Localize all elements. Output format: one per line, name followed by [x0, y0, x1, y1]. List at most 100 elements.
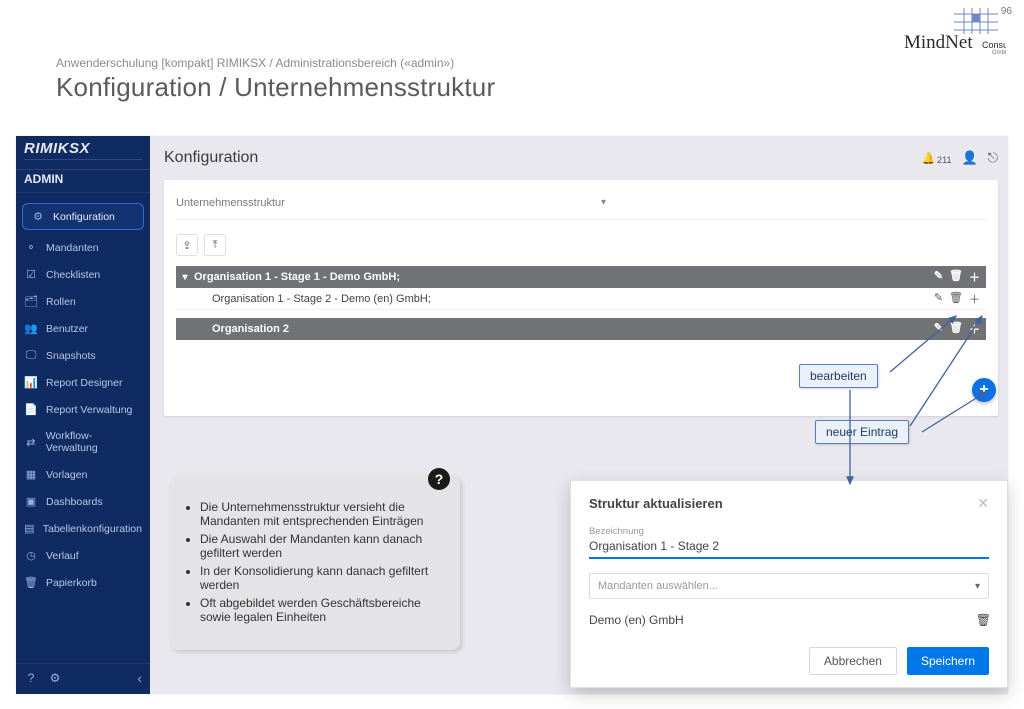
help-bullet: Oft abgebildet werden Geschäftsbereiche … — [200, 596, 442, 624]
org-tree: ▾ Organisation 1 - Stage 1 - Demo GmbH; … — [176, 266, 986, 340]
tree-row-label: Organisation 2 — [194, 323, 934, 335]
sidebar-item-vorlagen[interactable]: ▦ Vorlagen — [16, 461, 150, 488]
sidebar-item-konfiguration[interactable]: ⚙ Konfiguration — [22, 203, 144, 230]
sidebar-item-mandanten[interactable]: ⚬ Mandanten — [16, 234, 150, 261]
sidebar-item-report-verwaltung[interactable]: 📄 Report Verwaltung — [16, 396, 150, 423]
collapse-all-button[interactable]: ⤒ — [204, 234, 226, 256]
help-question-icon: ? — [428, 468, 450, 490]
export-button[interactable]: ⇪ — [176, 234, 198, 256]
dialog-title: Struktur aktualisieren — [589, 496, 723, 511]
slide-kicker: Anwenderschulung [kompakt] RIMIKSX / Adm… — [56, 56, 454, 70]
sidebar-item-label: Workflow-Verwaltung — [46, 430, 142, 454]
gear-icon: ⚙ — [31, 210, 45, 223]
tree-row-label: Organisation 1 - Stage 1 - Demo GmbH; — [194, 271, 934, 283]
sidebar-item-label: Konfiguration — [53, 211, 115, 223]
selector-value: Unternehmensstruktur — [176, 197, 285, 209]
history-icon: ◷ — [24, 549, 38, 562]
add-fab[interactable]: + — [972, 378, 996, 402]
sidebar-nav: ⚙ Konfiguration ⚬ Mandanten ☑ Checkliste… — [16, 193, 150, 663]
callout-edit: bearbeiten — [799, 364, 878, 388]
delete-icon[interactable]: 🗑 — [949, 321, 963, 337]
chevron-down-icon: ▾ — [601, 197, 986, 208]
help-icon[interactable]: ? — [24, 671, 38, 685]
close-icon[interactable]: ✕ — [977, 495, 989, 512]
sidebar-item-report-designer[interactable]: 📊 Report Designer — [16, 369, 150, 396]
sidebar-item-label: Vorlagen — [46, 469, 87, 481]
edit-icon[interactable]: ✎ — [934, 269, 943, 285]
remove-mandant-icon[interactable]: 🗑︎ — [976, 613, 989, 627]
help-bullet: In der Konsolidierung kann danach gefilt… — [200, 564, 442, 592]
tree-row[interactable]: Organisation 2 ✎ 🗑 ＋ — [176, 318, 986, 340]
user-icon[interactable]: 👤 — [962, 150, 978, 166]
svg-text:MindNet: MindNet — [904, 32, 973, 53]
bell-icon: 🔔 — [921, 152, 935, 165]
sidebar-item-label: Verlauf — [46, 550, 79, 562]
edit-icon[interactable]: ✎ — [934, 321, 943, 337]
brand-product: RIMIKSX — [24, 140, 90, 157]
tree-row[interactable]: ▾ Organisation 1 - Stage 1 - Demo GmbH; … — [176, 266, 986, 288]
sidebar-item-label: Report Verwaltung — [46, 404, 132, 416]
users-icon: 👥 — [24, 322, 38, 335]
caret-icon[interactable]: ▾ — [176, 272, 194, 283]
add-icon[interactable]: ＋ — [969, 269, 980, 285]
logout-icon[interactable]: ⎋ — [988, 150, 998, 166]
delete-icon[interactable]: 🗑 — [949, 269, 963, 285]
tree-toolbar: ⇪ ⤒ — [176, 234, 986, 256]
notifications-button[interactable]: 🔔 211 — [921, 152, 951, 165]
sidebar-item-label: Benutzer — [46, 323, 88, 335]
report-designer-icon: 📊 — [24, 376, 38, 389]
main: Konfiguration 🔔 211 👤 ⎋ Unternehmensstru… — [150, 136, 1008, 694]
edit-icon[interactable]: ✎ — [934, 291, 943, 307]
checklist-icon: ☑ — [24, 268, 38, 281]
templates-icon: ▦ — [24, 468, 38, 481]
collapse-sidebar-icon[interactable]: ‹ — [137, 670, 142, 686]
sidebar-item-papierkorb[interactable]: 🗑 Papierkorb — [16, 569, 150, 596]
sidebar-item-checklisten[interactable]: ☑ Checklisten — [16, 261, 150, 288]
sidebar-item-workflow[interactable]: ⇄ Workflow-Verwaltung — [16, 423, 150, 461]
tree-row-label: Organisation 1 - Stage 2 - Demo (en) Gmb… — [194, 293, 934, 305]
help-bubble: ? Die Unternehmensstruktur versieht die … — [170, 476, 460, 650]
settings-icon[interactable]: ⚙ — [48, 671, 62, 685]
cancel-button[interactable]: Abbrechen — [809, 647, 897, 675]
workflow-icon: ⇄ — [24, 436, 38, 449]
sidebar-item-label: Snapshots — [46, 350, 96, 362]
report-admin-icon: 📄 — [24, 403, 38, 416]
sidebar-item-rollen[interactable]: 🗂 Rollen — [16, 288, 150, 315]
config-section-selector[interactable]: Unternehmensstruktur ▾ — [176, 190, 986, 220]
sidebar-footer: ? ⚙ ‹ — [16, 663, 150, 694]
sidebar-item-verlauf[interactable]: ◷ Verlauf — [16, 542, 150, 569]
slide-title: Konfiguration / Unternehmensstruktur — [56, 72, 495, 103]
page-title: Konfiguration — [164, 149, 258, 167]
brand-area: ADMIN — [16, 170, 150, 193]
sidebar-item-label: Rollen — [46, 296, 76, 308]
sidebar-item-snapshots[interactable]: 🖵 Snapshots — [16, 342, 150, 369]
add-icon[interactable]: ＋ — [969, 321, 980, 337]
chevron-down-icon: ▾ — [975, 581, 980, 592]
notif-count: 211 — [937, 155, 951, 165]
topbar: Konfiguration 🔔 211 👤 ⎋ — [164, 142, 998, 174]
field-bezeichnung[interactable]: Organisation 1 - Stage 2 — [589, 537, 989, 559]
update-structure-dialog: Struktur aktualisieren ✕ Bezeichnung Org… — [570, 480, 1008, 688]
selected-mandant: Demo (en) GmbH — [589, 613, 684, 627]
tree-row[interactable]: Organisation 1 - Stage 2 - Demo (en) Gmb… — [176, 288, 986, 310]
save-button[interactable]: Speichern — [907, 647, 989, 675]
table-config-icon: ▤ — [24, 522, 35, 535]
delete-icon[interactable]: 🗑 — [949, 291, 963, 307]
sidebar-item-label: Mandanten — [46, 242, 99, 254]
selected-mandant-row: Demo (en) GmbH 🗑︎ — [589, 613, 989, 627]
dropdown-placeholder: Mandanten auswählen... — [598, 580, 718, 592]
sidebar-item-dashboards[interactable]: ▣ Dashboards — [16, 488, 150, 515]
add-icon[interactable]: ＋ — [969, 291, 980, 307]
mandanten-dropdown[interactable]: Mandanten auswählen... ▾ — [589, 573, 989, 599]
sidebar-item-label: Checklisten — [46, 269, 100, 281]
clients-icon: ⚬ — [24, 241, 38, 254]
svg-text:GmbH: GmbH — [992, 50, 1006, 56]
dashboard-icon: ▣ — [24, 495, 38, 508]
app-frame: RIMIKSX ADMIN ⚙ Konfiguration ⚬ Mandante… — [16, 136, 1008, 694]
sidebar-item-label: Dashboards — [46, 496, 103, 508]
trash-icon: 🗑 — [24, 576, 38, 589]
logo-mindnet: MindNet Consult GmbH — [894, 8, 1004, 56]
sidebar-item-benutzer[interactable]: 👥 Benutzer — [16, 315, 150, 342]
roles-icon: 🗂 — [24, 295, 38, 308]
sidebar-item-tabellenkonfiguration[interactable]: ▤ Tabellenkonfiguration — [16, 515, 150, 542]
